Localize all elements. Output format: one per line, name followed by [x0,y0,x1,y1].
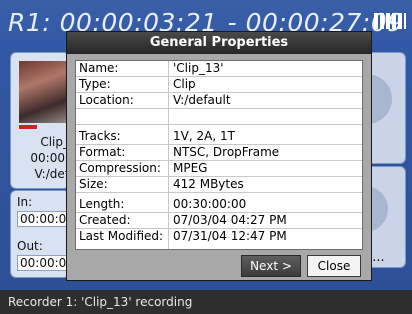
property-key: Location: [79,93,134,107]
out-timecode-field[interactable]: 00:00:0 [17,255,69,271]
property-row-last-modified: Last Modified: 07/31/04 12:47 PM [76,229,362,244]
property-key: Created: [79,213,131,227]
property-row-created: Created: 07/03/04 04:27 PM [76,213,362,229]
property-key: Compression: [79,161,161,175]
property-key: Type: [79,77,111,91]
property-row-location: Location: V:/default [76,93,362,109]
property-key: Format: [79,145,126,159]
clip-name: Clip_ [40,135,69,149]
out-label: Out: [17,239,43,253]
property-key: Tracks: [79,129,121,143]
in-timecode-field[interactable]: 00:00:0 [17,211,69,227]
close-button[interactable]: Close [307,255,361,277]
level-meter-icon [374,13,406,29]
clip-location: V:/def [34,167,69,181]
property-value: 'Clip_13' [173,61,224,75]
property-row-blank [76,109,362,125]
property-value: NTSC, DropFrame [173,145,280,159]
property-row-length: Length: 00:30:00:00 [76,197,362,213]
property-row-compression: Compression: MPEG [76,161,362,177]
general-properties-dialog: General Properties Name: 'Clip_13' Type:… [66,31,372,281]
property-row-type: Type: Clip [76,77,362,93]
property-key: Length: [79,197,125,211]
property-value: 07/31/04 12:47 PM [173,229,287,243]
in-label: In: [17,195,33,209]
property-value: 00:30:00:00 [173,197,247,211]
property-row-tracks: Tracks: 1V, 2A, 1T [76,129,362,145]
property-row-size: Size: 412 MBytes [76,177,362,193]
property-value: 1V, 2A, 1T [173,129,235,143]
clip-thumbnail [19,61,71,123]
property-key: Name: [79,61,119,75]
properties-table: Name: 'Clip_13' Type: Clip Location: V:/… [75,60,363,250]
property-value: MPEG [173,161,208,175]
property-value: 07/03/04 04:27 PM [173,213,287,227]
property-row-format: Format: NTSC, DropFrame [76,145,362,161]
clip-timecode: 00:00: [30,151,69,165]
property-key: Last Modified: [79,229,164,243]
property-value: 412 MBytes [173,177,244,191]
property-key: Size: [79,177,108,191]
clip-card[interactable]: Clip_ 00:00: V:/def [10,52,71,189]
status-bar: Recorder 1: 'Clip_13' recording [0,290,412,314]
property-row-name: Name: 'Clip_13' [76,61,362,77]
next-button[interactable]: Next > [241,255,301,277]
recording-progress-bar [19,125,37,129]
property-value: Clip [173,77,196,91]
property-value: V:/default [173,93,231,107]
dialog-title: General Properties [67,32,371,54]
in-out-panel: In: 00:00:0 Out: 00:00:0 [10,190,70,278]
